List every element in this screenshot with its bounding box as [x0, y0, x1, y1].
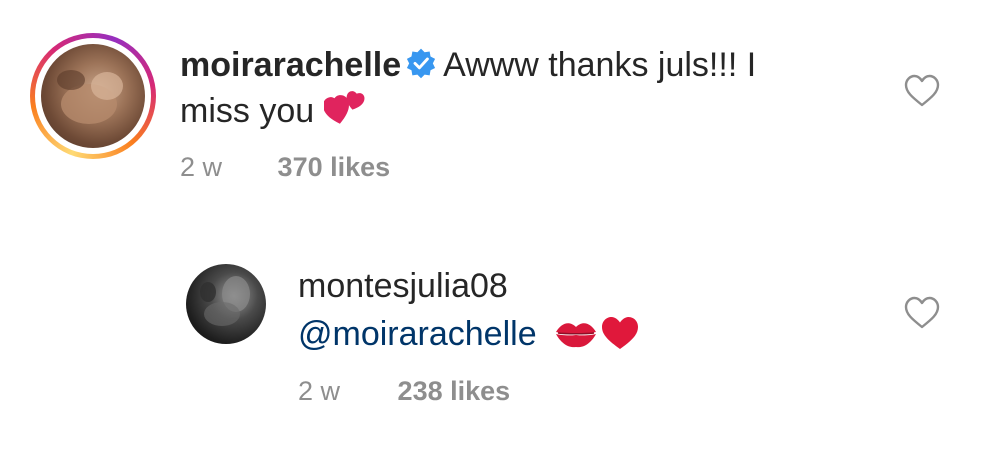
red-heart-icon — [602, 317, 639, 349]
timestamp[interactable]: 2 w — [298, 376, 340, 406]
avatar[interactable] — [30, 33, 156, 159]
mention-link[interactable]: @moirarachelle — [298, 315, 537, 353]
username[interactable]: montesjulia08 — [298, 267, 508, 305]
avatar[interactable] — [186, 264, 266, 344]
verified-badge-icon — [407, 48, 436, 79]
comment-body: moirarachelle Awww thanks juls!!! I miss… — [180, 43, 880, 133]
comment-text: miss you — [180, 92, 315, 130]
comment-text: Awww thanks juls!!! I — [443, 46, 757, 84]
comment: moirarachelle Awww thanks juls!!! I miss… — [0, 0, 1000, 220]
timestamp[interactable]: 2 w — [180, 152, 222, 182]
comment-body: montesjulia08 @moirarachelle — [298, 264, 898, 356]
comment-meta: 2 w 238 likes — [298, 376, 510, 407]
comment-meta: 2 w 370 likes — [180, 152, 390, 183]
like-heart-icon[interactable] — [904, 296, 940, 330]
likes-count[interactable]: 370 likes — [278, 152, 391, 182]
reply-comment: montesjulia08 @moirarachelle 2 w 238 lik… — [0, 220, 1000, 450]
like-heart-icon[interactable] — [904, 74, 940, 108]
kiss-mark-icon — [556, 323, 597, 348]
two-hearts-icon — [323, 91, 365, 124]
username[interactable]: moirarachelle — [180, 46, 401, 84]
likes-count[interactable]: 238 likes — [398, 376, 511, 406]
